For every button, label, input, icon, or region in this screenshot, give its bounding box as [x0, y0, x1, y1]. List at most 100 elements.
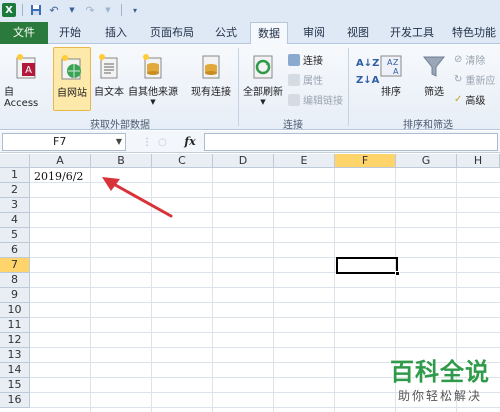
row-header-4[interactable]: 4 [0, 213, 30, 228]
row-header-16[interactable]: 16 [0, 393, 30, 408]
from-text-button[interactable]: 自文本 [92, 48, 126, 110]
active-cell-f7[interactable] [336, 257, 400, 276]
row-header-5[interactable]: 5 [0, 228, 30, 243]
quick-access-toolbar: X ↶ ▼ ↷ ▼ ▾ [0, 0, 500, 20]
tab-formulas[interactable]: 公式 [208, 22, 244, 44]
tab-data[interactable]: 数据 [250, 22, 288, 45]
filter-button[interactable]: 筛选 [418, 48, 450, 110]
group-label-get-external-data: 获取外部数据 [90, 120, 150, 131]
tab-review[interactable]: 审阅 [296, 22, 332, 44]
row-header-8[interactable]: 8 [0, 273, 30, 288]
qat-separator [22, 4, 23, 16]
qat-separator [121, 4, 122, 16]
existing-connections-button[interactable]: 现有连接 [186, 48, 236, 110]
edit-links-icon [288, 93, 300, 106]
clear-filter-button[interactable]: ⊘ 清除 [454, 52, 485, 67]
from-access-button[interactable]: A 自 Access [4, 48, 50, 110]
row-header-11[interactable]: 11 [0, 318, 30, 333]
row-header-1[interactable]: 1 [0, 168, 30, 183]
row-header-6[interactable]: 6 [0, 243, 30, 258]
edit-links-button[interactable]: 编辑链接 [288, 92, 343, 107]
row-header-7[interactable]: 7 [0, 258, 30, 273]
sort-button[interactable]: AZA 排序 [376, 48, 406, 110]
refresh-all-button[interactable]: 全部刷新 ▼ [240, 48, 286, 110]
column-header-c[interactable]: C [152, 154, 213, 168]
row-header-12[interactable]: 12 [0, 333, 30, 348]
svg-text:Z: Z [393, 58, 399, 67]
tab-special[interactable]: 特色功能 [448, 22, 500, 44]
tab-insert[interactable]: 插入 [98, 22, 134, 44]
row-header-9[interactable]: 9 [0, 288, 30, 303]
watermark: 百科全说 助你轻松解决 [390, 352, 490, 404]
refresh-icon [250, 52, 276, 80]
row-header-10[interactable]: 10 [0, 303, 30, 318]
reapply-icon: ↻ [454, 74, 463, 85]
row-header-15[interactable]: 15 [0, 378, 30, 393]
tab-home[interactable]: 开始 [52, 22, 88, 44]
tab-developer[interactable]: 开发工具 [382, 22, 442, 44]
tab-page-layout[interactable]: 页面布局 [142, 22, 202, 44]
watermark-subtitle: 助你轻松解决 [397, 389, 482, 403]
dropdown-icon[interactable]: ▼ [65, 3, 79, 17]
cell-a1[interactable]: 2019/6/2 [34, 170, 83, 183]
row-header-3[interactable]: 3 [0, 198, 30, 213]
column-header-b[interactable]: B [91, 154, 152, 168]
column-header-e[interactable]: E [274, 154, 335, 168]
clear-icon: ⊘ [454, 54, 463, 65]
dropdown-icon[interactable]: ▼ [101, 3, 115, 17]
advanced-filter-button[interactable]: ✓ 高级 [454, 92, 485, 107]
row-header-2[interactable]: 2 [0, 183, 30, 198]
redo-icon[interactable]: ↷ [83, 3, 97, 17]
drag-handle-icon[interactable]: ⋮ [142, 137, 152, 148]
properties-label: 属性 [303, 76, 323, 87]
connections-button[interactable]: 连接 [288, 52, 323, 67]
row-header-13[interactable]: 13 [0, 348, 30, 363]
reapply-button[interactable]: ↻ 重新应 [454, 72, 495, 87]
name-box-value: F7 [53, 135, 67, 148]
sort-label: 排序 [381, 87, 401, 98]
svg-text:A: A [393, 67, 399, 76]
insert-function-button[interactable]: fx [180, 133, 200, 151]
name-box[interactable]: F7 ▼ [2, 133, 126, 151]
cancel-icon: ○ [158, 136, 167, 148]
row-header-14[interactable]: 14 [0, 363, 30, 378]
edit-links-label: 编辑链接 [303, 96, 343, 107]
from-web-label: 自网站 [57, 88, 87, 99]
chevron-down-icon: ▼ [260, 98, 266, 106]
sort-icon: AZA [378, 52, 404, 80]
tab-file[interactable]: 文件 [0, 22, 48, 44]
advanced-icon: ✓ [454, 94, 463, 105]
text-file-icon [96, 52, 122, 80]
tab-view[interactable]: 视图 [340, 22, 376, 44]
from-web-button[interactable]: 自网站 [53, 47, 91, 111]
reapply-label: 重新应 [465, 76, 496, 87]
undo-icon[interactable]: ↶ [47, 3, 61, 17]
column-header-d[interactable]: D [213, 154, 274, 168]
column-header-f[interactable]: F [335, 154, 396, 168]
existing-connections-label: 现有连接 [191, 87, 231, 98]
column-header-g[interactable]: G [396, 154, 457, 168]
column-header-h[interactable]: H [457, 154, 500, 168]
formula-input[interactable] [204, 133, 498, 151]
group-label-connections: 连接 [283, 120, 303, 131]
watermark-title: 百科全说 [390, 358, 490, 386]
group-separator [238, 48, 239, 126]
column-header-a[interactable]: A [30, 154, 91, 168]
from-other-sources-label: 自其他来源 [128, 87, 178, 98]
from-text-label: 自文本 [94, 87, 124, 98]
from-access-label: 自 Access [4, 87, 39, 109]
group-separator [348, 48, 349, 126]
customize-qat-icon[interactable]: ▾ [128, 3, 142, 17]
properties-button[interactable]: 属性 [288, 72, 323, 87]
advanced-label: 高级 [465, 96, 486, 107]
save-icon[interactable] [29, 3, 43, 17]
excel-logo-icon: X [2, 3, 16, 17]
fill-handle[interactable] [395, 271, 400, 276]
properties-icon [288, 73, 300, 86]
clear-label: 清除 [465, 56, 486, 67]
annotation-arrow-icon [102, 177, 173, 218]
select-all-button[interactable] [0, 154, 30, 168]
from-other-sources-button[interactable]: 自其他来源 ▼ [126, 48, 180, 110]
chevron-down-icon[interactable]: ▼ [116, 134, 122, 150]
refresh-all-label: 全部刷新 [243, 87, 283, 98]
